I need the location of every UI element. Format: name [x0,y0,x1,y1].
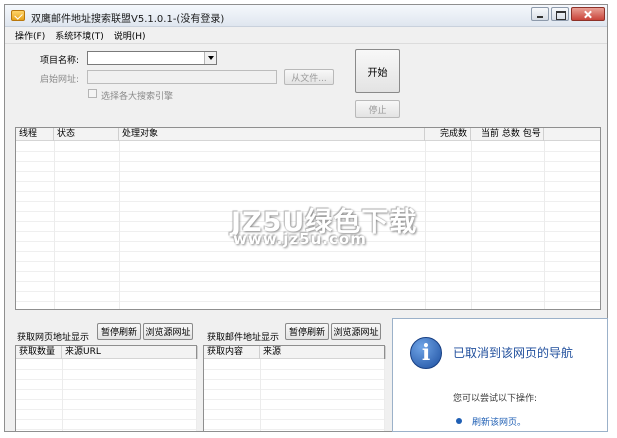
col-content[interactable]: 获取内容 [204,346,260,359]
bullet-icon [456,418,462,424]
watermark-url: www.jz5u.com [233,230,367,248]
col-current-total[interactable]: 当前 总数 包号 [471,128,544,141]
refresh-page-link[interactable]: 刷新该网页。 [472,415,526,428]
col-target[interactable]: 处理对象 [119,128,425,141]
project-name-label: 项目名称: [40,56,80,66]
search-engines-label: 选择各大搜索引擎 [101,92,174,102]
from-file-button[interactable]: 从文件... [284,69,334,85]
project-name-select[interactable] [87,51,217,65]
menu-operate[interactable]: 操作(F) [15,29,45,42]
col-thread[interactable]: 线程 [16,128,54,141]
close-icon[interactable] [571,7,605,21]
email-browse-button[interactable]: 浏览源网址 [331,323,381,340]
navigation-cancelled-title: 已取消到该网页的导航 [453,346,574,360]
email-section-title: 获取邮件地址显示 [207,333,280,343]
url-pause-button[interactable]: 暂停刷新 [97,323,141,340]
search-engines-checkbox[interactable] [88,89,97,98]
col-completed[interactable]: 完成数 [425,128,471,141]
col-fetch-count[interactable]: 获取数量 [16,346,62,359]
email-list-rows [204,360,384,431]
thread-table-header: 线程 状态 处理对象 完成数 当前 总数 包号 [16,128,600,141]
email-pause-button[interactable]: 暂停刷新 [285,323,329,340]
col-source-url[interactable]: 来源URL [62,346,198,359]
url-list-rows [16,360,196,431]
email-list-header: 获取内容 来源 [204,346,386,359]
url-list-header: 获取数量 来源URL [16,346,198,359]
window-title: 双鹰邮件地址搜索联盟V5.1.0.1-(没有登录) [31,14,225,25]
browser-panel: i 已取消到该网页的导航 您可以尝试以下操作: 刷新该网页。 [392,318,608,432]
menu-system[interactable]: 系统环境(T) [55,29,104,42]
info-icon: i [410,337,442,369]
app-icon [11,10,25,21]
chevron-down-icon[interactable] [204,52,216,64]
title-bar: 双鹰邮件地址搜索联盟V5.1.0.1-(没有登录) [5,5,607,27]
app-window: 双鹰邮件地址搜索联盟V5.1.0.1-(没有登录) 操作(F) 系统环境(T) … [4,4,608,432]
col-source[interactable]: 来源 [260,346,386,359]
start-button[interactable]: 开始 [355,49,400,93]
url-list: 获取数量 来源URL [15,345,198,432]
navigation-suggestion-text: 您可以尝试以下操作: [453,394,538,404]
url-section-title: 获取网页地址显示 [17,333,90,343]
url-browse-button[interactable]: 浏览源网址 [143,323,193,340]
stop-button[interactable]: 停止 [355,100,400,118]
start-url-label: 启始网址: [40,75,80,85]
start-url-input[interactable] [87,70,277,84]
email-list: 获取内容 来源 [203,345,386,432]
window-controls [529,7,605,21]
col-status[interactable]: 状态 [54,128,119,141]
menu-bar: 操作(F) 系统环境(T) 说明(H) [5,28,607,44]
menu-help[interactable]: 说明(H) [114,29,146,42]
maximize-icon[interactable] [551,7,569,21]
minimize-icon[interactable] [531,7,549,21]
